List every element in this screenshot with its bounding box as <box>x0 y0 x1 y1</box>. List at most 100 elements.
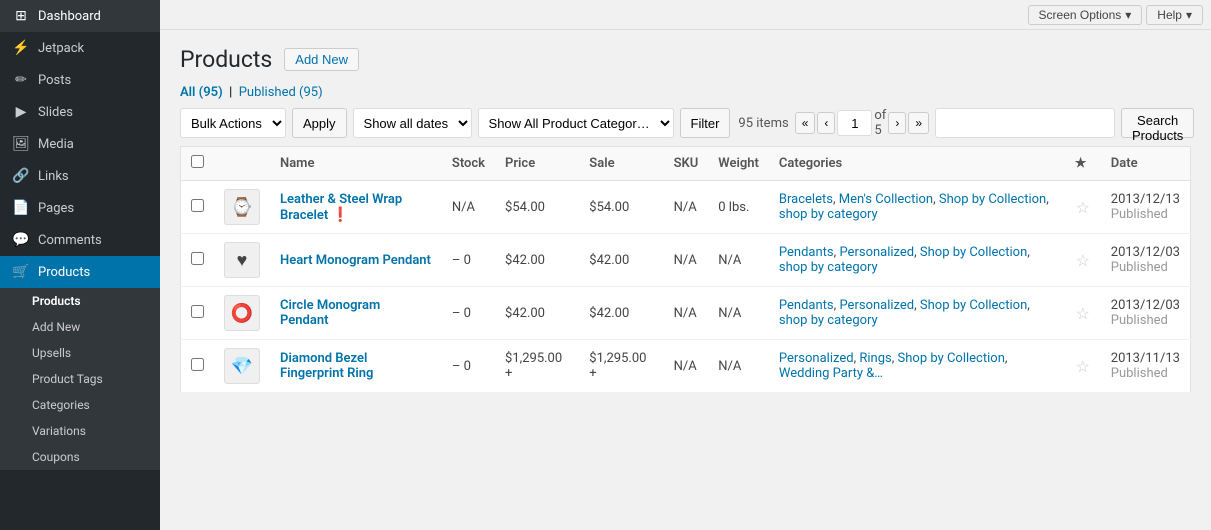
category-link[interactable]: Shop by Collection <box>939 192 1046 207</box>
featured-star[interactable]: ☆ <box>1076 198 1090 217</box>
help-button[interactable]: Help ▾ <box>1146 5 1203 25</box>
screen-options-button[interactable]: Screen Options ▾ <box>1028 5 1143 25</box>
sidebar-item-dashboard[interactable]: ⊞ Dashboard <box>0 0 160 32</box>
featured-star[interactable]: ☆ <box>1076 251 1090 270</box>
row-checkbox[interactable] <box>191 199 204 212</box>
filter-published-link[interactable]: Published (95) <box>239 85 323 100</box>
sidebar-sub-item-variations[interactable]: Variations <box>0 418 160 444</box>
toolbar-right: 95 items « ‹ of 5 › » Search Products <box>738 108 1194 138</box>
category-link[interactable]: Personalized <box>779 351 854 366</box>
product-categories: Pendants, Personalized, Shop by Collecti… <box>769 287 1065 340</box>
category-select[interactable]: Show All Product Categor… <box>478 108 674 138</box>
sidebar-sub-item-add-new[interactable]: Add New <box>0 314 160 340</box>
category-link[interactable]: Bracelets <box>779 192 833 207</box>
product-categories: Pendants, Personalized, Shop by Collecti… <box>769 234 1065 287</box>
sidebar-item-products[interactable]: 🛒 Products <box>0 256 160 288</box>
sidebar-item-media[interactable]: 🖼 Media <box>0 128 160 160</box>
add-new-button[interactable]: Add New <box>284 48 359 71</box>
search-input[interactable] <box>935 108 1115 138</box>
table-row: ⭕Circle Monogram Pendant– 0$42.00$42.00N… <box>181 287 1191 340</box>
page-last-button[interactable]: » <box>908 112 929 134</box>
table-row: ⌚Leather & Steel Wrap Bracelet ❗N/A$54.0… <box>181 181 1191 234</box>
category-link[interactable]: Shop by Collection <box>920 298 1027 313</box>
product-categories: Personalized, Rings, Shop by Collection,… <box>769 340 1065 393</box>
col-date[interactable]: Date <box>1101 147 1191 181</box>
sidebar-item-label: Slides <box>38 105 73 120</box>
category-link[interactable]: Pendants <box>779 298 834 313</box>
bulk-actions-select[interactable]: Bulk Actions <box>180 108 286 138</box>
sidebar-item-pages[interactable]: 📄 Pages <box>0 192 160 224</box>
category-link[interactable]: Pendants <box>779 245 834 260</box>
product-name-link[interactable]: Circle Monogram Pendant <box>280 298 380 328</box>
product-name-link[interactable]: Heart Monogram Pendant <box>280 253 431 268</box>
product-name-link[interactable]: Diamond Bezel Fingerprint Ring <box>280 351 373 381</box>
category-link[interactable]: Shop by Collection <box>920 245 1027 260</box>
comments-icon: 💬 <box>12 232 30 248</box>
col-sku[interactable]: SKU <box>664 147 709 181</box>
col-checkbox <box>181 147 215 181</box>
category-link[interactable]: shop by category <box>779 207 878 222</box>
col-name[interactable]: Name <box>270 147 442 181</box>
product-price: $42.00 <box>495 234 579 287</box>
product-stock: – 0 <box>442 340 495 393</box>
product-sale-price: $42.00 <box>579 287 663 340</box>
filter-all-link[interactable]: All (95) <box>180 85 226 100</box>
search-button[interactable]: Search Products <box>1121 108 1194 138</box>
sidebar-item-label: Products <box>38 265 90 280</box>
product-date: 2013/12/03Published <box>1101 234 1191 287</box>
category-link[interactable]: Rings <box>859 351 891 366</box>
featured-star[interactable]: ☆ <box>1076 304 1090 323</box>
sidebar-sub-item-product-tags[interactable]: Product Tags <box>0 366 160 392</box>
product-sku: N/A <box>664 340 709 393</box>
page-first-button[interactable]: « <box>795 112 816 134</box>
sidebar-item-comments[interactable]: 💬 Comments <box>0 224 160 256</box>
help-arrow-icon: ▾ <box>1186 8 1192 22</box>
featured-star[interactable]: ☆ <box>1076 357 1090 376</box>
sidebar-item-jetpack[interactable]: ⚡ Jetpack <box>0 32 160 64</box>
col-weight[interactable]: Weight <box>708 147 769 181</box>
category-link[interactable]: Men's Collection <box>839 192 933 207</box>
toolbar-left: Bulk Actions Apply Show all dates Show A… <box>180 108 730 138</box>
category-link[interactable]: Wedding Party &… <box>779 366 883 381</box>
sidebar-sub-item-upsells[interactable]: Upsells <box>0 340 160 366</box>
page-prev-button[interactable]: ‹ <box>817 112 835 134</box>
sidebar-item-links[interactable]: 🔗 Links <box>0 160 160 192</box>
category-link[interactable]: Personalized <box>839 298 914 313</box>
product-price: $54.00 <box>495 181 579 234</box>
page-next-button[interactable]: › <box>888 112 906 134</box>
product-weight: N/A <box>708 340 769 393</box>
col-price[interactable]: Price <box>495 147 579 181</box>
dates-select[interactable]: Show all dates <box>353 108 472 138</box>
row-checkbox[interactable] <box>191 358 204 371</box>
sidebar-item-posts[interactable]: ✏ Posts <box>0 64 160 96</box>
sidebar-item-slides[interactable]: ▶ Slides <box>0 96 160 128</box>
page-title: Products <box>180 46 272 73</box>
product-price: $1,295.00 + <box>495 340 579 393</box>
table-header-row: Name Stock Price Sale SKU Weight Categor… <box>181 147 1191 181</box>
product-price: $42.00 <box>495 287 579 340</box>
row-checkbox[interactable] <box>191 252 204 265</box>
sidebar-item-label: Dashboard <box>38 9 101 24</box>
product-stock: N/A <box>442 181 495 234</box>
links-icon: 🔗 <box>12 168 30 184</box>
sidebar-sub-item-coupons[interactable]: Coupons <box>0 444 160 470</box>
category-link[interactable]: Shop by Collection <box>898 351 1005 366</box>
main-content: Screen Options ▾ Help ▾ Products Add New… <box>160 0 1211 530</box>
table-row: 💎Diamond Bezel Fingerprint Ring– 0$1,295… <box>181 340 1191 393</box>
page-number-input[interactable] <box>837 110 872 136</box>
row-checkbox[interactable] <box>191 305 204 318</box>
filter-button[interactable]: Filter <box>680 108 731 138</box>
apply-button[interactable]: Apply <box>292 108 347 138</box>
col-featured[interactable]: ★ <box>1065 147 1101 181</box>
category-link[interactable]: shop by category <box>779 260 878 275</box>
category-link[interactable]: shop by category <box>779 313 878 328</box>
sidebar-sub-item-products[interactable]: Products <box>0 288 160 314</box>
sidebar-sub-item-categories[interactable]: Categories <box>0 392 160 418</box>
slides-icon: ▶ <box>12 104 30 120</box>
col-stock[interactable]: Stock <box>442 147 495 181</box>
products-table: Name Stock Price Sale SKU Weight Categor… <box>180 146 1191 393</box>
select-all-checkbox[interactable] <box>191 155 204 168</box>
category-link[interactable]: Personalized <box>839 245 914 260</box>
col-sale[interactable]: Sale <box>579 147 663 181</box>
col-categories[interactable]: Categories <box>769 147 1065 181</box>
